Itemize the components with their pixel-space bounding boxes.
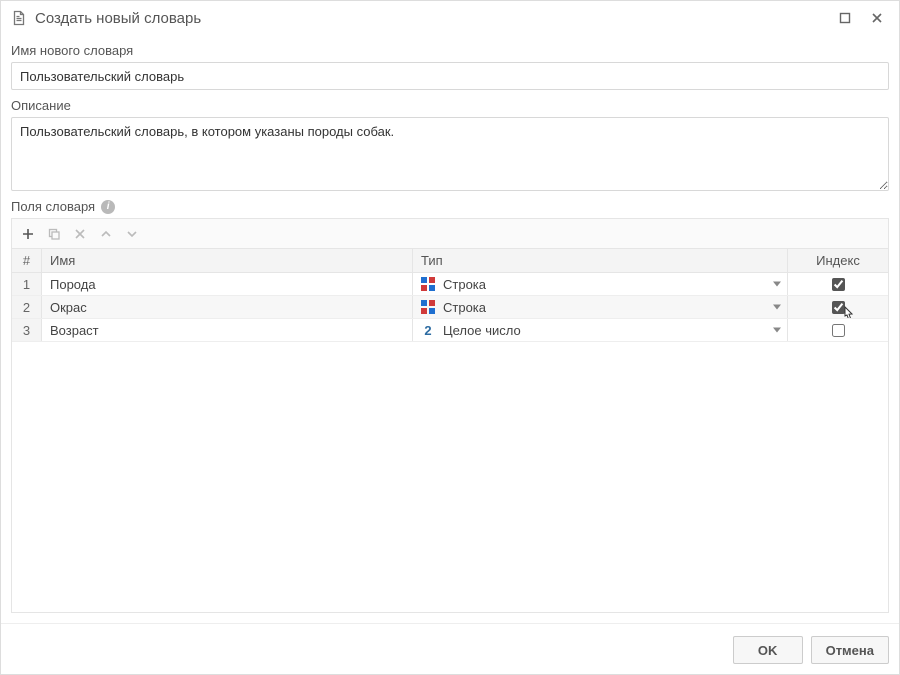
ok-button[interactable]: OK [733, 636, 803, 664]
grid-body: 1ПородаСтрока2ОкрасСтрока3Возраст2Целое … [12, 273, 888, 612]
integer-type-icon: 2 [421, 323, 435, 337]
document-icon [11, 10, 27, 26]
row-type-cell[interactable]: 2 Целое число [413, 319, 788, 341]
chevron-down-icon[interactable] [773, 328, 781, 333]
grid-header: # Имя Тип Индекс [12, 249, 888, 273]
move-up-button[interactable] [94, 223, 118, 245]
grid-toolbar [11, 218, 889, 248]
info-icon[interactable]: i [101, 200, 115, 214]
titlebar: Создать новый словарь [1, 1, 899, 35]
add-row-button[interactable] [16, 223, 40, 245]
table-row[interactable]: 3Возраст 2 Целое число [12, 319, 888, 342]
row-number: 3 [12, 319, 42, 341]
chevron-down-icon[interactable] [773, 305, 781, 310]
maximize-button[interactable] [833, 6, 857, 30]
pointer-cursor-icon [840, 304, 856, 318]
chevron-down-icon[interactable] [773, 282, 781, 287]
dictionary-name-input[interactable] [11, 62, 889, 90]
row-name-cell[interactable]: Окрас [42, 296, 413, 318]
table-row[interactable]: 2Окрас Строка [12, 296, 888, 319]
header-num[interactable]: # [12, 249, 42, 272]
string-type-icon [421, 277, 435, 291]
table-row[interactable]: 1Порода Строка [12, 273, 888, 296]
row-type-cell[interactable]: Строка [413, 296, 788, 318]
name-label: Имя нового словаря [11, 43, 889, 58]
header-index[interactable]: Индекс [788, 249, 888, 272]
fields-label: Поля словаря [11, 199, 95, 214]
copy-row-button[interactable] [42, 223, 66, 245]
close-button[interactable] [865, 6, 889, 30]
fields-grid: # Имя Тип Индекс 1ПородаСтрока2ОкрасСтро… [11, 248, 889, 613]
row-type-label: Целое число [443, 323, 521, 338]
index-checkbox[interactable] [832, 278, 845, 291]
dialog-window: Создать новый словарь Имя нового словаря… [0, 0, 900, 675]
description-textarea[interactable] [11, 117, 889, 191]
index-checkbox[interactable] [832, 324, 845, 337]
row-type-label: Строка [443, 277, 486, 292]
header-type[interactable]: Тип [413, 249, 788, 272]
row-name-cell[interactable]: Порода [42, 273, 413, 295]
row-index-cell[interactable] [788, 296, 888, 318]
fields-label-row: Поля словаря i [11, 199, 889, 214]
delete-row-button[interactable] [68, 223, 92, 245]
row-type-cell[interactable]: Строка [413, 273, 788, 295]
row-number: 2 [12, 296, 42, 318]
row-number: 1 [12, 273, 42, 295]
string-type-icon [421, 300, 435, 314]
header-name[interactable]: Имя [42, 249, 413, 272]
row-index-cell[interactable] [788, 319, 888, 341]
window-title: Создать новый словарь [35, 10, 201, 27]
move-down-button[interactable] [120, 223, 144, 245]
dialog-footer: OK Отмена [1, 623, 899, 674]
row-name-cell[interactable]: Возраст [42, 319, 413, 341]
row-index-cell[interactable] [788, 273, 888, 295]
cancel-button[interactable]: Отмена [811, 636, 889, 664]
row-type-label: Строка [443, 300, 486, 315]
description-label: Описание [11, 98, 889, 113]
